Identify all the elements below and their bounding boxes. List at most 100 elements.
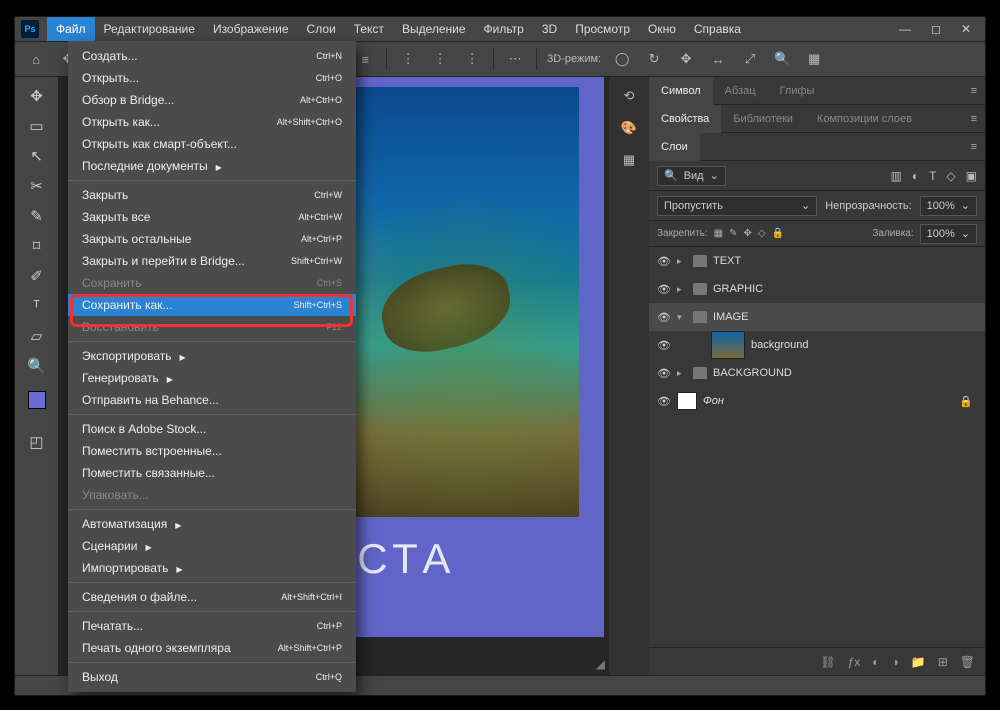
menuitem[interactable]: Последние документы (68, 155, 356, 177)
tab-glyphs[interactable]: Глифы (768, 77, 827, 105)
menuitem[interactable]: Сценарии (68, 535, 356, 557)
menu-text[interactable]: Текст (345, 17, 393, 41)
menuitem[interactable]: Закрыть всеAlt+Ctrl+W (68, 206, 356, 228)
menuitem[interactable]: Сохранить как...Shift+Ctrl+S (68, 294, 356, 316)
close-icon[interactable]: ✕ (961, 22, 971, 36)
fx-icon[interactable]: ƒx (848, 655, 861, 669)
menu-image[interactable]: Изображение (204, 17, 298, 41)
visibility-icon[interactable]: 👁 (657, 339, 671, 352)
group-icon[interactable]: 📁 (911, 655, 926, 669)
menuitem[interactable]: Печать одного экземпляраAlt+Shift+Ctrl+P (68, 637, 356, 659)
menuitem[interactable]: ЗакрытьCtrl+W (68, 184, 356, 206)
new-layer-icon[interactable]: ⊞ (938, 655, 948, 669)
menuitem[interactable]: Закрыть остальныеAlt+Ctrl+P (68, 228, 356, 250)
crop-tool[interactable]: ✂ (23, 173, 51, 199)
lock-icon[interactable]: 🔒 (772, 228, 784, 239)
align-icon[interactable]: ≡ (354, 48, 376, 70)
menuitem[interactable]: Открыть как смарт-объект... (68, 133, 356, 155)
maximize-icon[interactable]: ◻ (931, 22, 941, 36)
menuitem[interactable]: Генерировать (68, 367, 356, 389)
menuitem[interactable]: Открыть как...Alt+Shift+Ctrl+O (68, 111, 356, 133)
menuitem[interactable]: ВосстановитьF12 (68, 316, 356, 338)
history-icon[interactable]: ⟲ (618, 85, 640, 107)
orbit-icon[interactable]: ◯ (611, 48, 633, 70)
menuitem[interactable]: Закрыть и перейти в Bridge...Shift+Ctrl+… (68, 250, 356, 272)
menu-3d[interactable]: 3D (533, 17, 566, 41)
home-icon[interactable]: ⌂ (25, 48, 47, 70)
visibility-icon[interactable]: 👁 (657, 367, 671, 380)
menuitem[interactable]: Отправить на Behance... (68, 389, 356, 411)
menuitem[interactable]: Упаковать... (68, 484, 356, 506)
menu-window[interactable]: Окно (639, 17, 685, 41)
visibility-icon[interactable]: 👁 (657, 255, 671, 268)
menu-help[interactable]: Справка (685, 17, 750, 41)
swatches-icon[interactable]: 🎨 (618, 117, 640, 139)
distribute-icon[interactable]: ⋮ (461, 48, 483, 70)
lock-icon[interactable]: ◇ (758, 228, 766, 239)
trash-icon[interactable]: 🗑 (960, 655, 975, 669)
marquee-tool[interactable]: ▭ (23, 113, 51, 139)
visibility-icon[interactable]: 👁 (657, 283, 671, 296)
brush-tool[interactable]: ✐ (23, 263, 51, 289)
distribute-icon[interactable]: ⋮ (429, 48, 451, 70)
quickmask-icon[interactable]: ◰ (23, 429, 51, 455)
move-tool[interactable]: ✥ (23, 83, 51, 109)
layer-row[interactable]: 👁▾IMAGE (649, 303, 985, 331)
layer-row[interactable]: 👁▸GRAPHIC (649, 275, 985, 303)
menuitem[interactable]: Автоматизация (68, 513, 356, 535)
workspace-icon[interactable]: ▦ (803, 48, 825, 70)
kind-filter[interactable]: 🔍Вид⌄ (657, 166, 726, 186)
menu-edit[interactable]: Редактирование (95, 17, 204, 41)
filter-adjust-icon[interactable]: ◐ (912, 169, 919, 183)
menuitem[interactable]: Сведения о файле...Alt+Shift+Ctrl+I (68, 586, 356, 608)
tab-character[interactable]: Символ (649, 77, 713, 105)
distribute-icon[interactable]: ⋮ (397, 48, 419, 70)
filter-pixel-icon[interactable]: ▥ (890, 169, 901, 183)
panel-menu-icon[interactable]: ≡ (963, 113, 985, 125)
minimize-icon[interactable]: — (899, 22, 911, 36)
tab-properties[interactable]: Свойства (649, 105, 721, 133)
visibility-icon[interactable]: 👁 (657, 311, 671, 324)
layer-row[interactable]: 👁background (649, 331, 985, 359)
tab-layercomps[interactable]: Композиции слоев (805, 105, 924, 133)
menuitem[interactable]: Поместить связанные... (68, 462, 356, 484)
zoom-tool[interactable]: 🔍 (23, 353, 51, 379)
tab-paragraph[interactable]: Абзац (713, 77, 768, 105)
menu-filter[interactable]: Фильтр (475, 17, 533, 41)
shape-tool[interactable]: ▱ (23, 323, 51, 349)
adjust-icon[interactable]: ◑ (892, 655, 899, 669)
lock-icon[interactable]: ✎ (729, 228, 737, 239)
more-icon[interactable]: ⋯ (504, 48, 526, 70)
panel-menu-icon[interactable]: ≡ (963, 85, 985, 97)
foreground-color[interactable] (28, 391, 46, 409)
menu-view[interactable]: Просмотр (566, 17, 639, 41)
menuitem[interactable]: Импортировать (68, 557, 356, 579)
mask-icon[interactable]: ◐ (872, 655, 879, 669)
fill-input[interactable]: 100%⌄ (920, 224, 977, 244)
tab-libraries[interactable]: Библиотеки (721, 105, 805, 133)
eyedropper-tool[interactable]: ✎ (23, 203, 51, 229)
menuitem[interactable]: Экспортировать (68, 345, 356, 367)
rotate-icon[interactable]: ↻ (643, 48, 665, 70)
menuitem[interactable]: Создать...Ctrl+N (68, 45, 356, 67)
frame-tool[interactable]: ⌑ (23, 233, 51, 259)
opacity-input[interactable]: 100%⌄ (920, 196, 977, 216)
menuitem[interactable]: Поместить встроенные... (68, 440, 356, 462)
menu-file[interactable]: Файл (47, 17, 95, 41)
menuitem[interactable]: СохранитьCtrl+S (68, 272, 356, 294)
grid-icon[interactable]: ▦ (618, 149, 640, 171)
visibility-icon[interactable]: 👁 (657, 395, 671, 408)
lock-icon[interactable]: ▦ (714, 228, 723, 239)
tab-layers[interactable]: Слои (649, 133, 700, 161)
link-icon[interactable]: ⛓ (820, 655, 835, 669)
menuitem[interactable]: Обзор в Bridge...Alt+Ctrl+O (68, 89, 356, 111)
menu-select[interactable]: Выделение (393, 17, 475, 41)
resize-handle-icon[interactable]: ◢ (596, 657, 605, 671)
layer-row[interactable]: 👁▸TEXT (649, 247, 985, 275)
menu-layers[interactable]: Слои (298, 17, 345, 41)
menuitem[interactable]: Открыть...Ctrl+O (68, 67, 356, 89)
type-tool[interactable]: ᵀ (23, 293, 51, 319)
panel-menu-icon[interactable]: ≡ (963, 141, 985, 153)
menuitem[interactable]: ВыходCtrl+Q (68, 666, 356, 688)
lock-icon[interactable]: ✥ (744, 228, 752, 239)
